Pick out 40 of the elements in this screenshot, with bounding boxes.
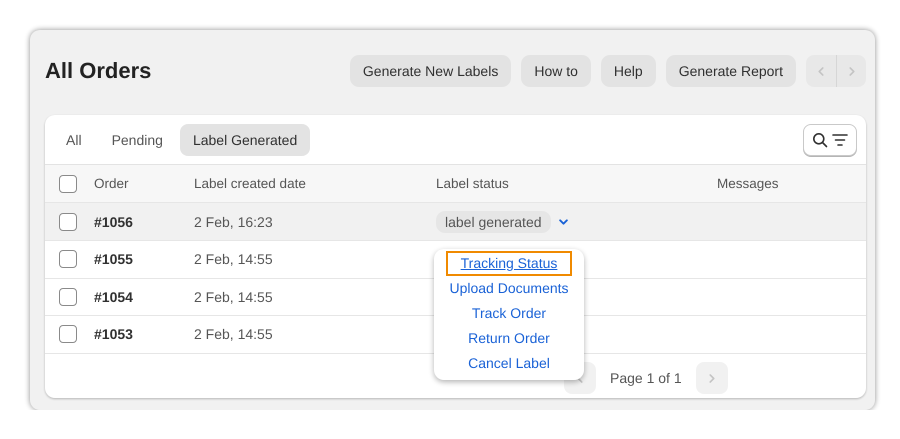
chevron-right-icon	[708, 374, 715, 382]
action-button[interactable]: Generate New Labels	[350, 55, 512, 87]
row-checkbox[interactable]	[59, 212, 77, 230]
column-header: Label created date	[194, 176, 307, 191]
created-date: 2 Feb, 14:55	[194, 326, 274, 342]
column-header: Label status	[436, 176, 510, 191]
action-button[interactable]: How to	[521, 55, 591, 87]
created-date: 2 Feb, 14:55	[194, 251, 274, 268]
caret-icon	[558, 218, 568, 224]
order-number: #1056	[94, 214, 134, 230]
menu-link[interactable]: Tracking Status	[446, 251, 572, 276]
menu-link[interactable]: Track Order	[470, 301, 548, 326]
select-all-checkbox[interactable]	[59, 174, 77, 192]
menu-link[interactable]: Upload Documents	[447, 276, 571, 301]
created-date: 2 Feb, 16:23	[194, 214, 274, 230]
status-dropdown-button[interactable]	[558, 218, 568, 224]
action-button[interactable]: Generate Report	[666, 55, 796, 87]
order-number: #1055	[94, 251, 134, 268]
search-icon	[812, 132, 828, 148]
column-header: Messages	[717, 176, 780, 191]
menu-link[interactable]: Cancel Label	[466, 351, 552, 376]
row-checkbox[interactable]	[59, 288, 77, 306]
filter-icon	[832, 132, 848, 146]
order-number: #1054	[94, 288, 134, 305]
row-checkbox[interactable]	[59, 250, 77, 268]
chevron-right-icon	[848, 66, 854, 76]
filter-tab[interactable]: Pending	[98, 124, 176, 156]
search-filter-button[interactable]	[803, 124, 857, 156]
order-number: #1053	[94, 326, 134, 342]
created-date: 2 Feb, 14:55	[194, 288, 274, 305]
page-indicator: Page 1 of 1	[609, 370, 683, 386]
page-title: All Orders	[45, 58, 152, 84]
filter-tab[interactable]: All	[53, 124, 95, 156]
row-checkbox[interactable]	[59, 325, 77, 344]
column-header: Order	[94, 176, 130, 191]
status-badge: label generated	[436, 210, 551, 232]
menu-link[interactable]: Return Order	[466, 326, 552, 351]
filter-tab[interactable]: Label Generated	[180, 124, 310, 156]
action-button[interactable]: Help	[600, 55, 656, 87]
chevron-left-icon	[818, 66, 824, 76]
